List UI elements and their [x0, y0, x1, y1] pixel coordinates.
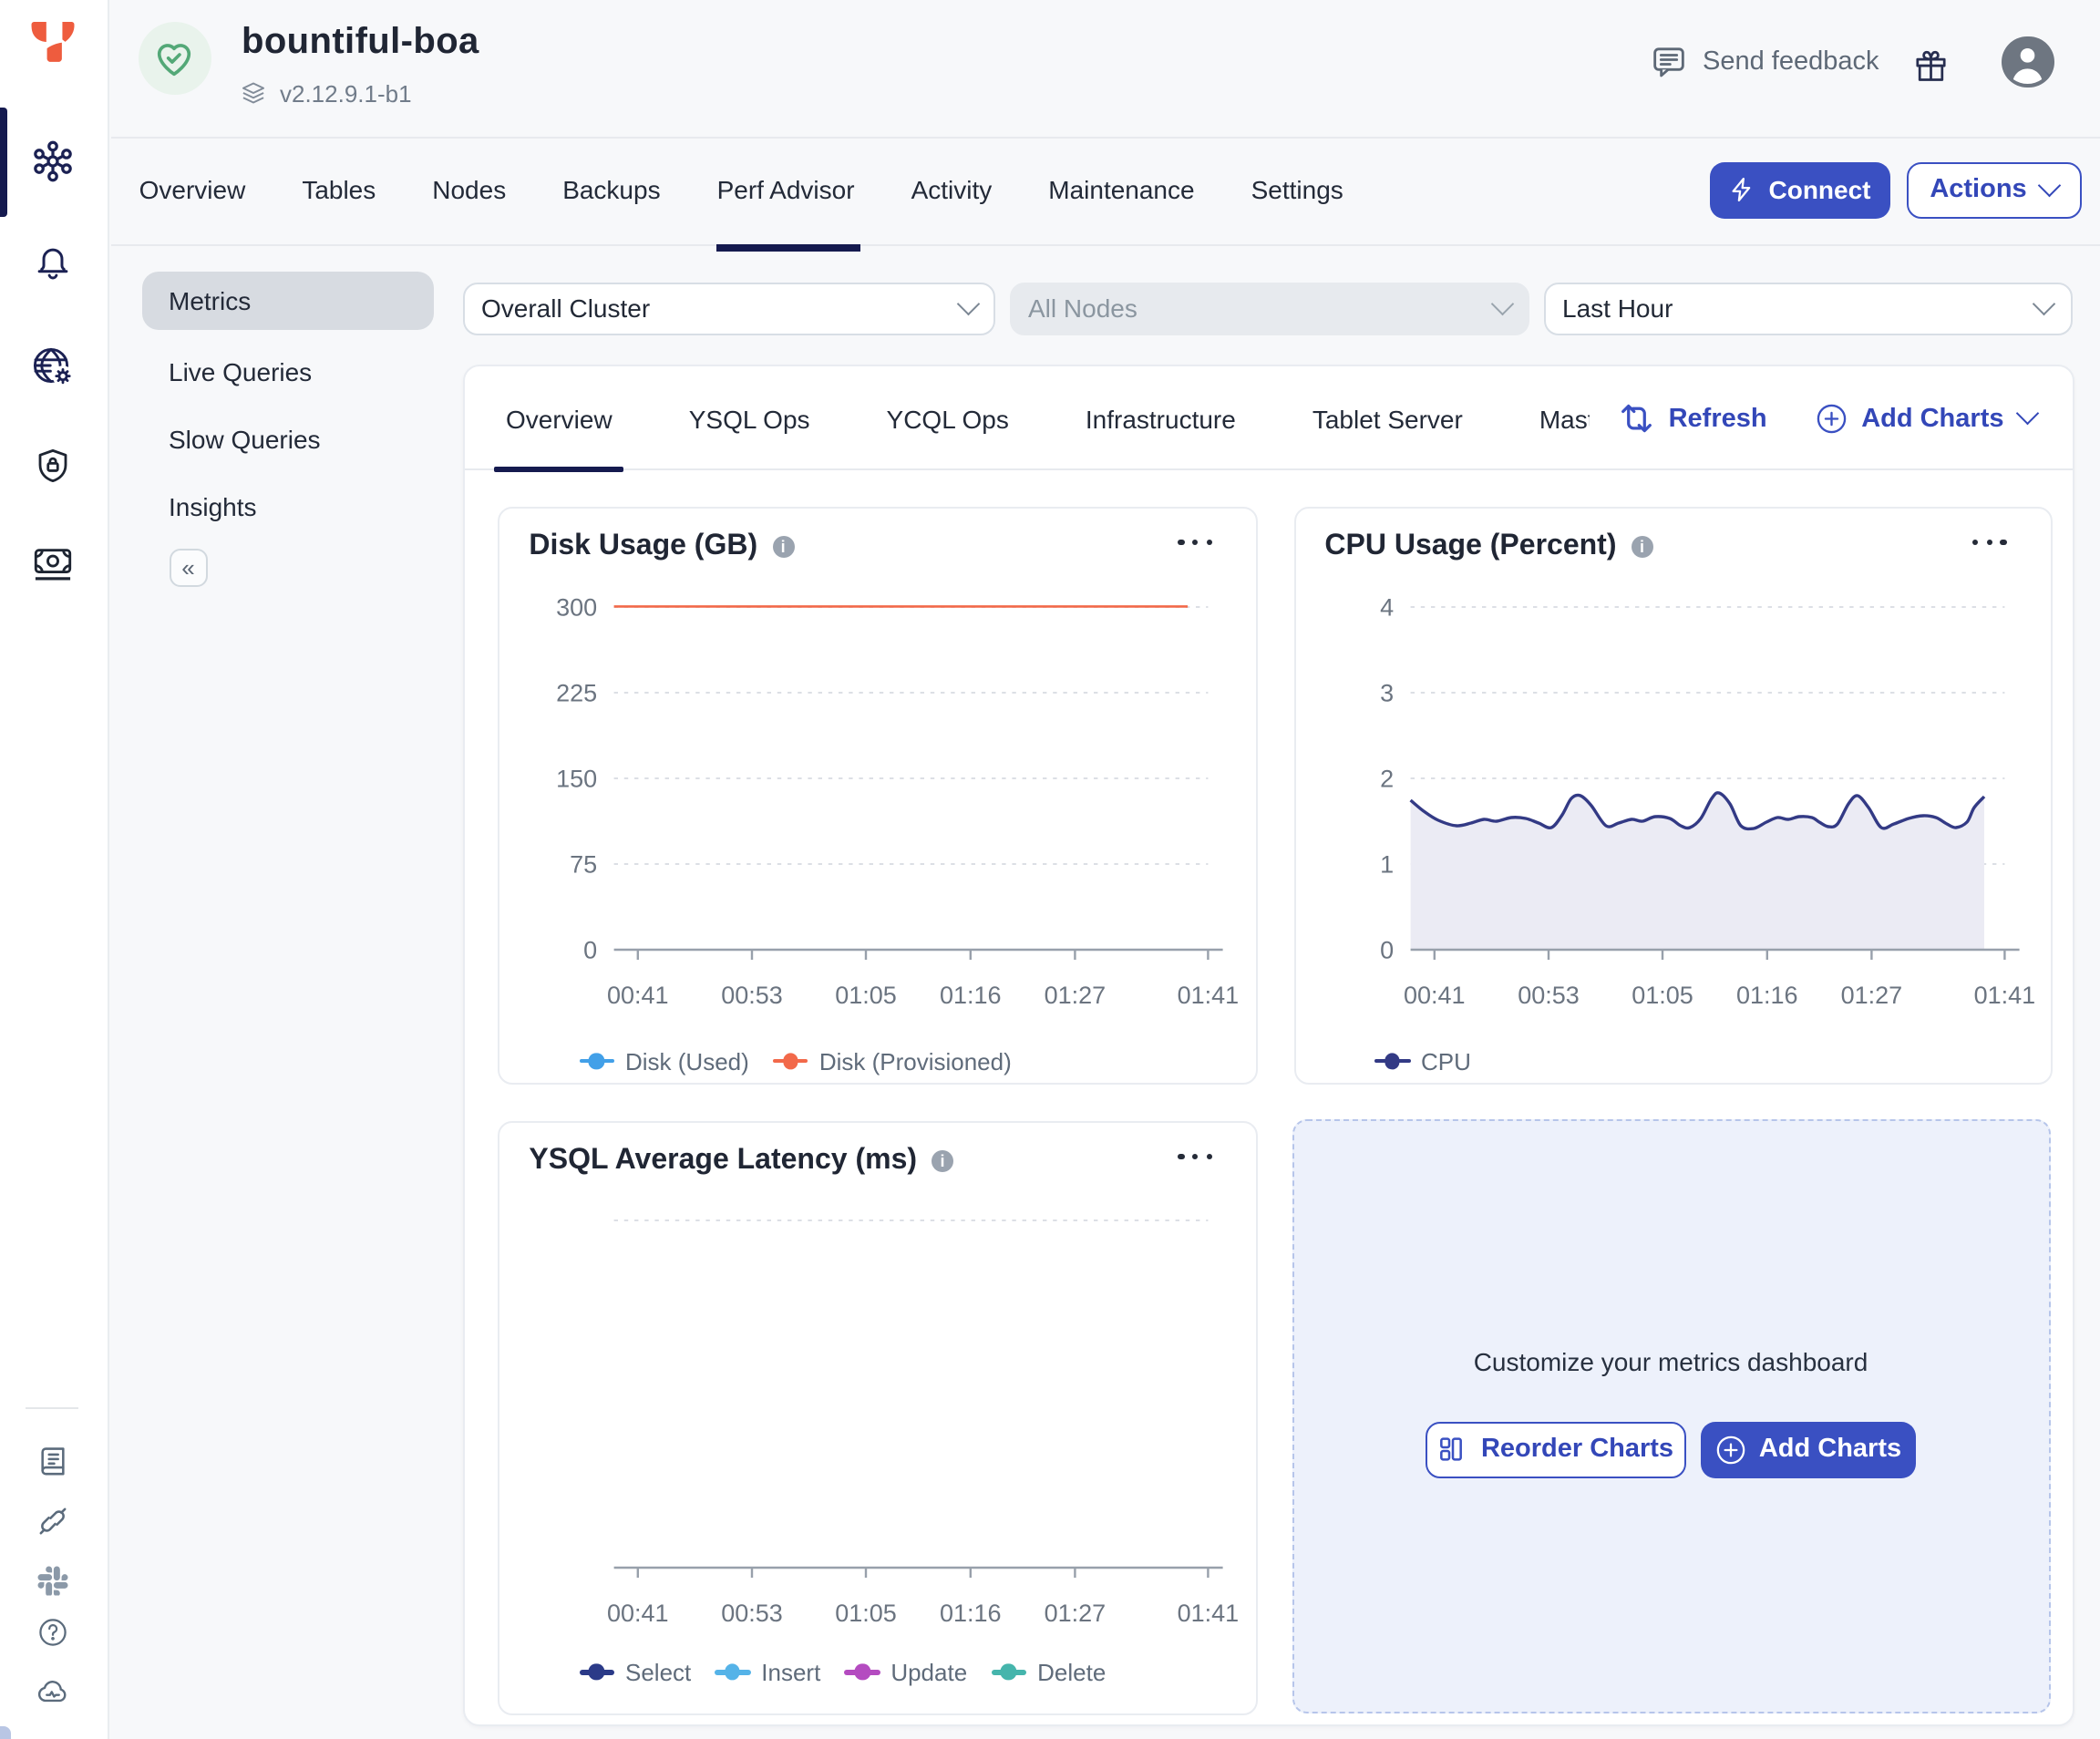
svg-text:01:41: 01:41	[1178, 982, 1240, 1009]
svg-text:225: 225	[556, 679, 597, 706]
svg-text:4: 4	[1379, 593, 1393, 621]
svg-text:01:27: 01:27	[1045, 1600, 1107, 1627]
svg-text:75: 75	[570, 850, 597, 878]
svg-text:01:16: 01:16	[940, 1600, 1002, 1627]
svg-text:00:41: 00:41	[607, 1600, 669, 1627]
svg-text:2: 2	[1379, 765, 1393, 792]
svg-text:00:53: 00:53	[721, 982, 783, 1009]
svg-text:01:05: 01:05	[1631, 982, 1693, 1009]
svg-text:1: 1	[1379, 850, 1393, 878]
svg-text:150: 150	[556, 765, 597, 792]
svg-text:00:53: 00:53	[1517, 982, 1579, 1009]
svg-text:01:41: 01:41	[1178, 1600, 1240, 1627]
svg-text:00:41: 00:41	[607, 982, 669, 1009]
svg-text:01:16: 01:16	[1735, 982, 1797, 1009]
svg-text:01:05: 01:05	[835, 1600, 897, 1627]
svg-text:0: 0	[583, 936, 597, 963]
svg-text:00:53: 00:53	[721, 1600, 783, 1627]
svg-text:0: 0	[1379, 936, 1393, 963]
svg-text:3: 3	[1379, 679, 1393, 706]
svg-text:01:41: 01:41	[1973, 982, 2035, 1009]
svg-text:300: 300	[556, 593, 597, 621]
svg-text:01:05: 01:05	[835, 982, 897, 1009]
svg-text:01:27: 01:27	[1045, 982, 1107, 1009]
svg-text:01:16: 01:16	[940, 982, 1002, 1009]
svg-text:00:41: 00:41	[1403, 982, 1465, 1009]
svg-text:01:27: 01:27	[1840, 982, 1902, 1009]
